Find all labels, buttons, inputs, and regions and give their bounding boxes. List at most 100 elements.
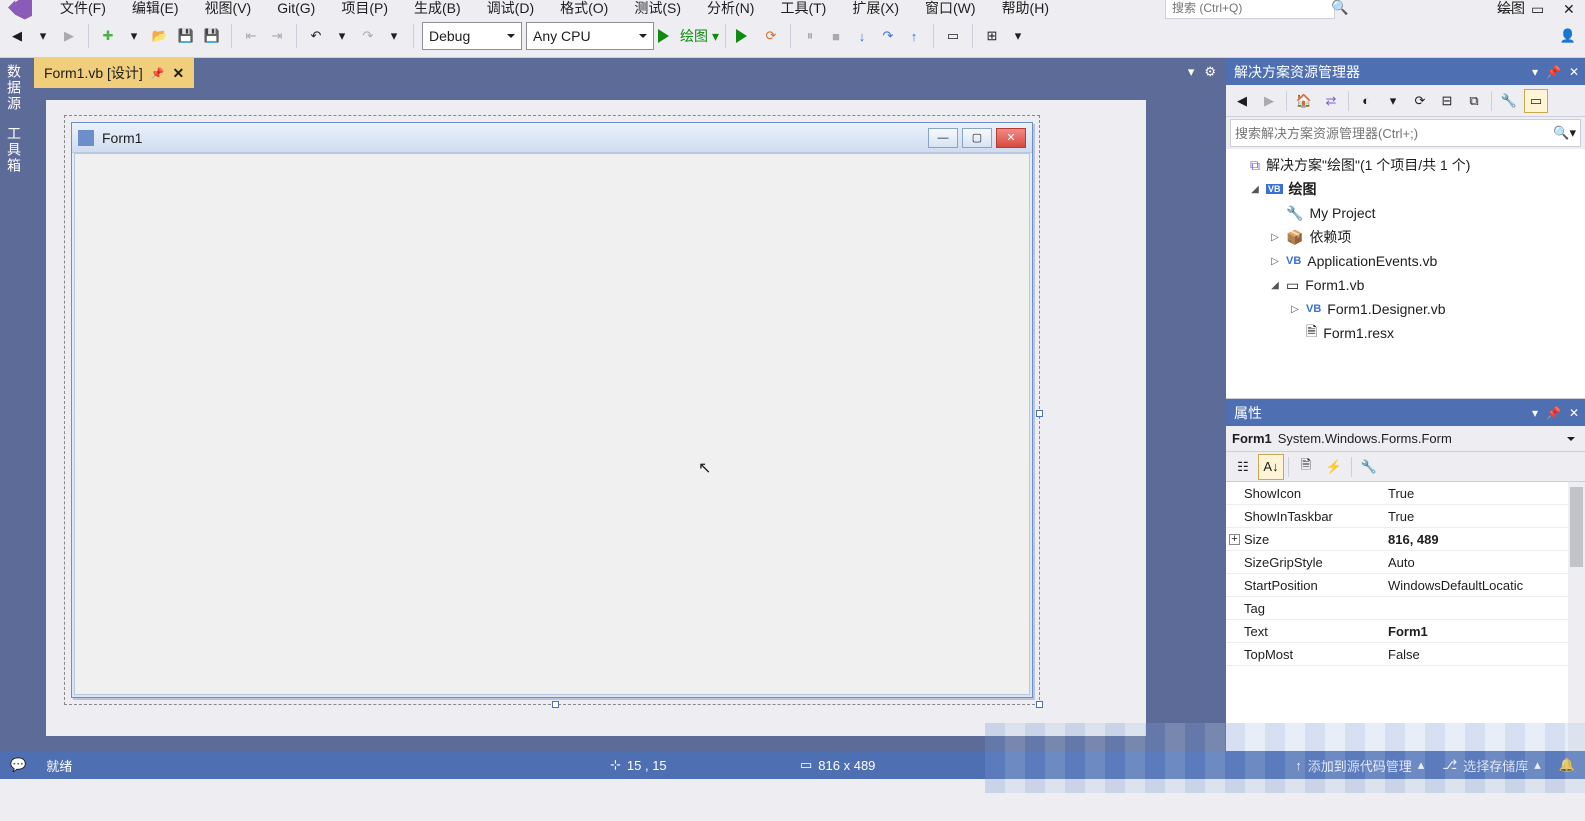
tab-form1-design[interactable]: Form1.vb [设计] 📌 ✕: [34, 58, 194, 88]
resize-handle-bottom[interactable]: [552, 701, 559, 708]
open-file-button[interactable]: 📂: [149, 24, 171, 48]
property-object-selector[interactable]: Form1 System.Windows.Forms.Form: [1226, 426, 1585, 452]
live-share-button[interactable]: 👤: [1557, 24, 1579, 48]
property-row[interactable]: StartPositionWindowsDefaultLocatic: [1226, 574, 1585, 597]
property-value[interactable]: True: [1382, 505, 1585, 527]
pin-icon[interactable]: 📌: [151, 67, 165, 80]
maximize-button[interactable]: ▭: [1531, 1, 1549, 15]
stop-button[interactable]: ■: [825, 24, 847, 48]
sln-properties-button[interactable]: 🔧: [1497, 89, 1521, 113]
tab-dropdown-button[interactable]: ▾: [1188, 64, 1195, 80]
property-row[interactable]: +Size816, 489: [1226, 528, 1585, 551]
nav-back-button[interactable]: ◀: [6, 24, 28, 48]
categorized-button[interactable]: ☷: [1230, 454, 1256, 480]
property-row[interactable]: TextForm1: [1226, 620, 1585, 643]
tree-form1-resx[interactable]: 🗎 Form1.resx: [1228, 321, 1583, 345]
sln-show-all-button[interactable]: ⧉: [1462, 89, 1486, 113]
property-value[interactable]: [1382, 597, 1585, 619]
properties-page-button[interactable]: 🗎: [1293, 454, 1319, 480]
nav-back-dropdown[interactable]: ▾: [32, 24, 54, 48]
menu-window[interactable]: 窗口(W): [921, 0, 980, 20]
dock-button[interactable]: ▭: [942, 24, 964, 48]
menu-extensions[interactable]: 扩展(X): [848, 0, 903, 20]
menu-build[interactable]: 生成(B): [410, 0, 465, 20]
tree-solution-root[interactable]: ⧉ 解决方案"绘图"(1 个项目/共 1 个): [1228, 153, 1583, 177]
menu-git[interactable]: Git(G): [273, 0, 319, 18]
hot-reload-button[interactable]: ⟳: [760, 24, 782, 48]
prop-wrench-button[interactable]: 🔧: [1356, 454, 1382, 480]
menu-format[interactable]: 格式(O): [556, 0, 612, 20]
indent-button[interactable]: ⇥: [266, 24, 288, 48]
step-over-button[interactable]: ↷: [877, 24, 899, 48]
property-value[interactable]: Auto: [1382, 551, 1585, 573]
property-value[interactable]: WindowsDefaultLocatic: [1382, 574, 1585, 596]
sln-home-button[interactable]: 🏠: [1292, 89, 1316, 113]
redo-dropdown[interactable]: ▾: [383, 24, 405, 48]
minimize-button[interactable]: —: [1499, 1, 1517, 15]
tab-close-button[interactable]: ✕: [173, 65, 185, 82]
solution-tree[interactable]: ⧉ 解决方案"绘图"(1 个项目/共 1 个) ◢ VB 绘图 🔧 My Pro…: [1226, 149, 1585, 398]
form-preview[interactable]: Form1 — ▢ ✕: [71, 122, 1033, 698]
tree-project[interactable]: ◢ VB 绘图: [1228, 177, 1583, 201]
config-combo[interactable]: Debug: [422, 22, 522, 50]
form-minimize-button[interactable]: —: [928, 128, 958, 148]
property-row[interactable]: ShowIconTrue: [1226, 482, 1585, 505]
form-close-button[interactable]: ✕: [996, 128, 1026, 148]
sln-back-button[interactable]: ◀: [1230, 89, 1254, 113]
sln-filter-dropdown[interactable]: ▾: [1381, 89, 1405, 113]
tree-my-project[interactable]: 🔧 My Project: [1228, 201, 1583, 225]
menu-project[interactable]: 项目(P): [337, 0, 392, 20]
sln-pending-changes-button[interactable]: ◐: [1354, 89, 1378, 113]
property-grid[interactable]: ShowIconTrueShowInTaskbarTrue+Size816, 4…: [1226, 482, 1585, 751]
panel-pin-button[interactable]: 📌: [1546, 406, 1561, 420]
menu-tools[interactable]: 工具(T): [776, 0, 830, 20]
solution-search-input[interactable]: [1235, 126, 1553, 141]
source-control-button[interactable]: ↑ 添加到源代码管理 ▴: [1295, 756, 1424, 775]
menu-test[interactable]: 测试(S): [630, 0, 685, 20]
layout-dropdown[interactable]: ▾: [1007, 24, 1029, 48]
tab-settings-button[interactable]: ⚙: [1204, 64, 1216, 80]
nav-forward-button[interactable]: ▶: [58, 24, 80, 48]
property-row[interactable]: TopMostFalse: [1226, 643, 1585, 666]
tree-form1-designer[interactable]: ▷ VB Form1.Designer.vb: [1228, 297, 1583, 321]
designer-canvas[interactable]: Form1 — ▢ ✕ ↖: [46, 100, 1146, 736]
sln-refresh-button[interactable]: ⟳: [1408, 89, 1432, 113]
notifications-button[interactable]: 🔔: [1559, 757, 1575, 773]
alphabetical-button[interactable]: A↓: [1258, 454, 1284, 480]
platform-combo[interactable]: Any CPU: [526, 22, 654, 50]
menu-view[interactable]: 视图(V): [201, 0, 256, 20]
property-row[interactable]: ShowInTaskbarTrue: [1226, 505, 1585, 528]
tree-form1[interactable]: ◢ ▭ Form1.vb: [1228, 273, 1583, 297]
menu-edit[interactable]: 编辑(E): [128, 0, 183, 20]
feedback-icon[interactable]: 💬: [10, 757, 26, 773]
pause-button[interactable]: ⏸: [799, 24, 821, 48]
tree-dependencies[interactable]: ▷ 📦 依赖项: [1228, 225, 1583, 249]
resize-handle-corner[interactable]: [1036, 701, 1043, 708]
start-without-debug-button[interactable]: [734, 24, 756, 48]
property-value[interactable]: Form1: [1382, 620, 1585, 642]
layout-button[interactable]: ⊞: [981, 24, 1003, 48]
step-into-button[interactable]: ↓: [851, 24, 873, 48]
menu-file[interactable]: 文件(F): [56, 0, 110, 20]
rail-toolbox[interactable]: 工具箱: [4, 126, 24, 174]
start-debug-button[interactable]: 绘图 ▾: [658, 24, 717, 48]
form-client-area[interactable]: [74, 153, 1030, 695]
outdent-button[interactable]: ⇤: [240, 24, 262, 48]
redo-button[interactable]: ↷: [357, 24, 379, 48]
menu-debug[interactable]: 调试(D): [483, 0, 538, 20]
panel-close-button[interactable]: ✕: [1569, 406, 1579, 420]
sln-forward-button[interactable]: ▶: [1257, 89, 1281, 113]
events-button[interactable]: ⚡: [1321, 454, 1347, 480]
step-out-button[interactable]: ↑: [903, 24, 925, 48]
close-button[interactable]: ✕: [1563, 1, 1581, 15]
new-project-button[interactable]: ✚: [97, 24, 119, 48]
property-value[interactable]: 816, 489: [1382, 528, 1585, 550]
property-row[interactable]: SizeGripStyleAuto: [1226, 551, 1585, 574]
title-search-input[interactable]: [1172, 1, 1327, 15]
rail-datasource[interactable]: 数据源: [4, 64, 24, 112]
solution-search[interactable]: 🔍 ▾: [1230, 119, 1581, 147]
panel-pin-button[interactable]: 📌: [1546, 65, 1561, 79]
property-value[interactable]: True: [1382, 482, 1585, 504]
resize-handle-right[interactable]: [1036, 410, 1043, 417]
scrollbar-thumb[interactable]: [1570, 487, 1583, 567]
